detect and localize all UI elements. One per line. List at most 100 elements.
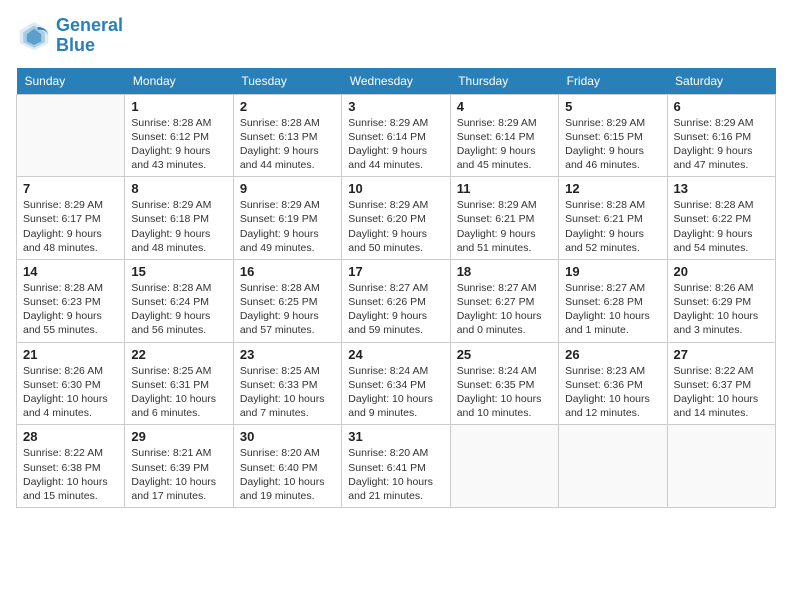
day-number: 7 xyxy=(23,181,118,196)
day-number: 11 xyxy=(457,181,552,196)
day-number: 18 xyxy=(457,264,552,279)
day-number: 5 xyxy=(565,99,660,114)
week-row-3: 21 Sunrise: 8:26 AM Sunset: 6:30 PM Dayli… xyxy=(17,342,776,425)
calendar-cell xyxy=(667,425,775,508)
logo-icon xyxy=(16,18,52,54)
calendar-cell: 21 Sunrise: 8:26 AM Sunset: 6:30 PM Dayli… xyxy=(17,342,125,425)
calendar-cell: 5 Sunrise: 8:29 AM Sunset: 6:15 PM Daylig… xyxy=(559,94,667,177)
calendar-cell: 19 Sunrise: 8:27 AM Sunset: 6:28 PM Dayli… xyxy=(559,259,667,342)
calendar-cell: 24Sunrise: 8:24 AM Sunset: 6:34 PM Dayli… xyxy=(342,342,450,425)
week-row-1: 7Sunrise: 8:29 AM Sunset: 6:17 PM Daylig… xyxy=(17,177,776,260)
calendar-cell: 25 Sunrise: 8:24 AM Sunset: 6:35 PM Dayli… xyxy=(450,342,558,425)
day-number: 12 xyxy=(565,181,660,196)
day-number: 9 xyxy=(240,181,335,196)
week-row-2: 14 Sunrise: 8:28 AM Sunset: 6:23 PM Dayli… xyxy=(17,259,776,342)
day-info: Sunrise: 8:28 AM Sunset: 6:13 PM Dayligh… xyxy=(240,116,335,173)
day-number: 27 xyxy=(674,347,769,362)
day-info: Sunrise: 8:28 AM Sunset: 6:12 PM Dayligh… xyxy=(131,116,226,173)
day-number: 26 xyxy=(565,347,660,362)
day-info: Sunrise: 8:20 AM Sunset: 6:41 PM Dayligh… xyxy=(348,446,443,503)
day-info: Sunrise: 8:28 AM Sunset: 6:25 PM Dayligh… xyxy=(240,281,335,338)
calendar-cell: 20 Sunrise: 8:26 AM Sunset: 6:29 PM Dayli… xyxy=(667,259,775,342)
day-info: Sunrise: 8:22 AM Sunset: 6:37 PM Dayligh… xyxy=(674,364,769,421)
day-number: 14 xyxy=(23,264,118,279)
calendar-table: SundayMondayTuesdayWednesdayThursdayFrid… xyxy=(16,68,776,508)
calendar-cell: 9 Sunrise: 8:29 AM Sunset: 6:19 PM Daylig… xyxy=(233,177,341,260)
dow-saturday: Saturday xyxy=(667,68,775,95)
day-info: Sunrise: 8:29 AM Sunset: 6:15 PM Dayligh… xyxy=(565,116,660,173)
day-info: Sunrise: 8:29 AM Sunset: 6:21 PM Dayligh… xyxy=(457,198,552,255)
day-info: Sunrise: 8:26 AM Sunset: 6:29 PM Dayligh… xyxy=(674,281,769,338)
day-info: Sunrise: 8:29 AM Sunset: 6:19 PM Dayligh… xyxy=(240,198,335,255)
dow-monday: Monday xyxy=(125,68,233,95)
page-header: General Blue xyxy=(16,16,776,56)
day-number: 16 xyxy=(240,264,335,279)
day-info: Sunrise: 8:29 AM Sunset: 6:14 PM Dayligh… xyxy=(457,116,552,173)
day-info: Sunrise: 8:29 AM Sunset: 6:18 PM Dayligh… xyxy=(131,198,226,255)
calendar-cell: 4 Sunrise: 8:29 AM Sunset: 6:14 PM Daylig… xyxy=(450,94,558,177)
calendar-cell: 12 Sunrise: 8:28 AM Sunset: 6:21 PM Dayli… xyxy=(559,177,667,260)
day-number: 30 xyxy=(240,429,335,444)
dow-wednesday: Wednesday xyxy=(342,68,450,95)
day-number: 21 xyxy=(23,347,118,362)
calendar-cell: 23 Sunrise: 8:25 AM Sunset: 6:33 PM Dayli… xyxy=(233,342,341,425)
logo-text: General Blue xyxy=(56,16,123,56)
dow-sunday: Sunday xyxy=(17,68,125,95)
calendar-cell: 3Sunrise: 8:29 AM Sunset: 6:14 PM Daylig… xyxy=(342,94,450,177)
calendar-cell: 18Sunrise: 8:27 AM Sunset: 6:27 PM Dayli… xyxy=(450,259,558,342)
day-info: Sunrise: 8:28 AM Sunset: 6:22 PM Dayligh… xyxy=(674,198,769,255)
day-info: Sunrise: 8:22 AM Sunset: 6:38 PM Dayligh… xyxy=(23,446,118,503)
day-info: Sunrise: 8:20 AM Sunset: 6:40 PM Dayligh… xyxy=(240,446,335,503)
day-number: 4 xyxy=(457,99,552,114)
day-number: 23 xyxy=(240,347,335,362)
calendar-cell: 31 Sunrise: 8:20 AM Sunset: 6:41 PM Dayli… xyxy=(342,425,450,508)
week-row-0: 1 Sunrise: 8:28 AM Sunset: 6:12 PM Daylig… xyxy=(17,94,776,177)
calendar-cell: 28Sunrise: 8:22 AM Sunset: 6:38 PM Dayli… xyxy=(17,425,125,508)
day-number: 10 xyxy=(348,181,443,196)
day-number: 24 xyxy=(348,347,443,362)
day-info: Sunrise: 8:25 AM Sunset: 6:31 PM Dayligh… xyxy=(131,364,226,421)
day-info: Sunrise: 8:28 AM Sunset: 6:24 PM Dayligh… xyxy=(131,281,226,338)
calendar-cell: 16 Sunrise: 8:28 AM Sunset: 6:25 PM Dayli… xyxy=(233,259,341,342)
calendar-cell xyxy=(559,425,667,508)
week-row-4: 28Sunrise: 8:22 AM Sunset: 6:38 PM Dayli… xyxy=(17,425,776,508)
calendar-cell: 22 Sunrise: 8:25 AM Sunset: 6:31 PM Dayli… xyxy=(125,342,233,425)
logo: General Blue xyxy=(16,16,123,56)
day-info: Sunrise: 8:28 AM Sunset: 6:21 PM Dayligh… xyxy=(565,198,660,255)
calendar-cell: 10 Sunrise: 8:29 AM Sunset: 6:20 PM Dayli… xyxy=(342,177,450,260)
day-number: 22 xyxy=(131,347,226,362)
calendar-cell: 7Sunrise: 8:29 AM Sunset: 6:17 PM Daylig… xyxy=(17,177,125,260)
dow-friday: Friday xyxy=(559,68,667,95)
day-info: Sunrise: 8:25 AM Sunset: 6:33 PM Dayligh… xyxy=(240,364,335,421)
calendar-cell: 15 Sunrise: 8:28 AM Sunset: 6:24 PM Dayli… xyxy=(125,259,233,342)
day-number: 25 xyxy=(457,347,552,362)
day-number: 20 xyxy=(674,264,769,279)
calendar-cell: 14 Sunrise: 8:28 AM Sunset: 6:23 PM Dayli… xyxy=(17,259,125,342)
calendar-cell: 2 Sunrise: 8:28 AM Sunset: 6:13 PM Daylig… xyxy=(233,94,341,177)
day-number: 15 xyxy=(131,264,226,279)
day-info: Sunrise: 8:23 AM Sunset: 6:36 PM Dayligh… xyxy=(565,364,660,421)
day-number: 2 xyxy=(240,99,335,114)
day-number: 8 xyxy=(131,181,226,196)
day-number: 29 xyxy=(131,429,226,444)
day-number: 31 xyxy=(348,429,443,444)
calendar-cell: 6 Sunrise: 8:29 AM Sunset: 6:16 PM Daylig… xyxy=(667,94,775,177)
calendar-cell xyxy=(450,425,558,508)
day-info: Sunrise: 8:24 AM Sunset: 6:35 PM Dayligh… xyxy=(457,364,552,421)
dow-tuesday: Tuesday xyxy=(233,68,341,95)
day-info: Sunrise: 8:29 AM Sunset: 6:14 PM Dayligh… xyxy=(348,116,443,173)
day-info: Sunrise: 8:27 AM Sunset: 6:28 PM Dayligh… xyxy=(565,281,660,338)
calendar-cell: 11 Sunrise: 8:29 AM Sunset: 6:21 PM Dayli… xyxy=(450,177,558,260)
day-number: 1 xyxy=(131,99,226,114)
calendar-cell: 17Sunrise: 8:27 AM Sunset: 6:26 PM Dayli… xyxy=(342,259,450,342)
day-number: 19 xyxy=(565,264,660,279)
calendar-cell: 27 Sunrise: 8:22 AM Sunset: 6:37 PM Dayli… xyxy=(667,342,775,425)
day-number: 6 xyxy=(674,99,769,114)
day-info: Sunrise: 8:26 AM Sunset: 6:30 PM Dayligh… xyxy=(23,364,118,421)
day-info: Sunrise: 8:29 AM Sunset: 6:16 PM Dayligh… xyxy=(674,116,769,173)
calendar-cell: 1 Sunrise: 8:28 AM Sunset: 6:12 PM Daylig… xyxy=(125,94,233,177)
day-info: Sunrise: 8:29 AM Sunset: 6:20 PM Dayligh… xyxy=(348,198,443,255)
calendar-cell xyxy=(17,94,125,177)
day-info: Sunrise: 8:28 AM Sunset: 6:23 PM Dayligh… xyxy=(23,281,118,338)
day-info: Sunrise: 8:21 AM Sunset: 6:39 PM Dayligh… xyxy=(131,446,226,503)
